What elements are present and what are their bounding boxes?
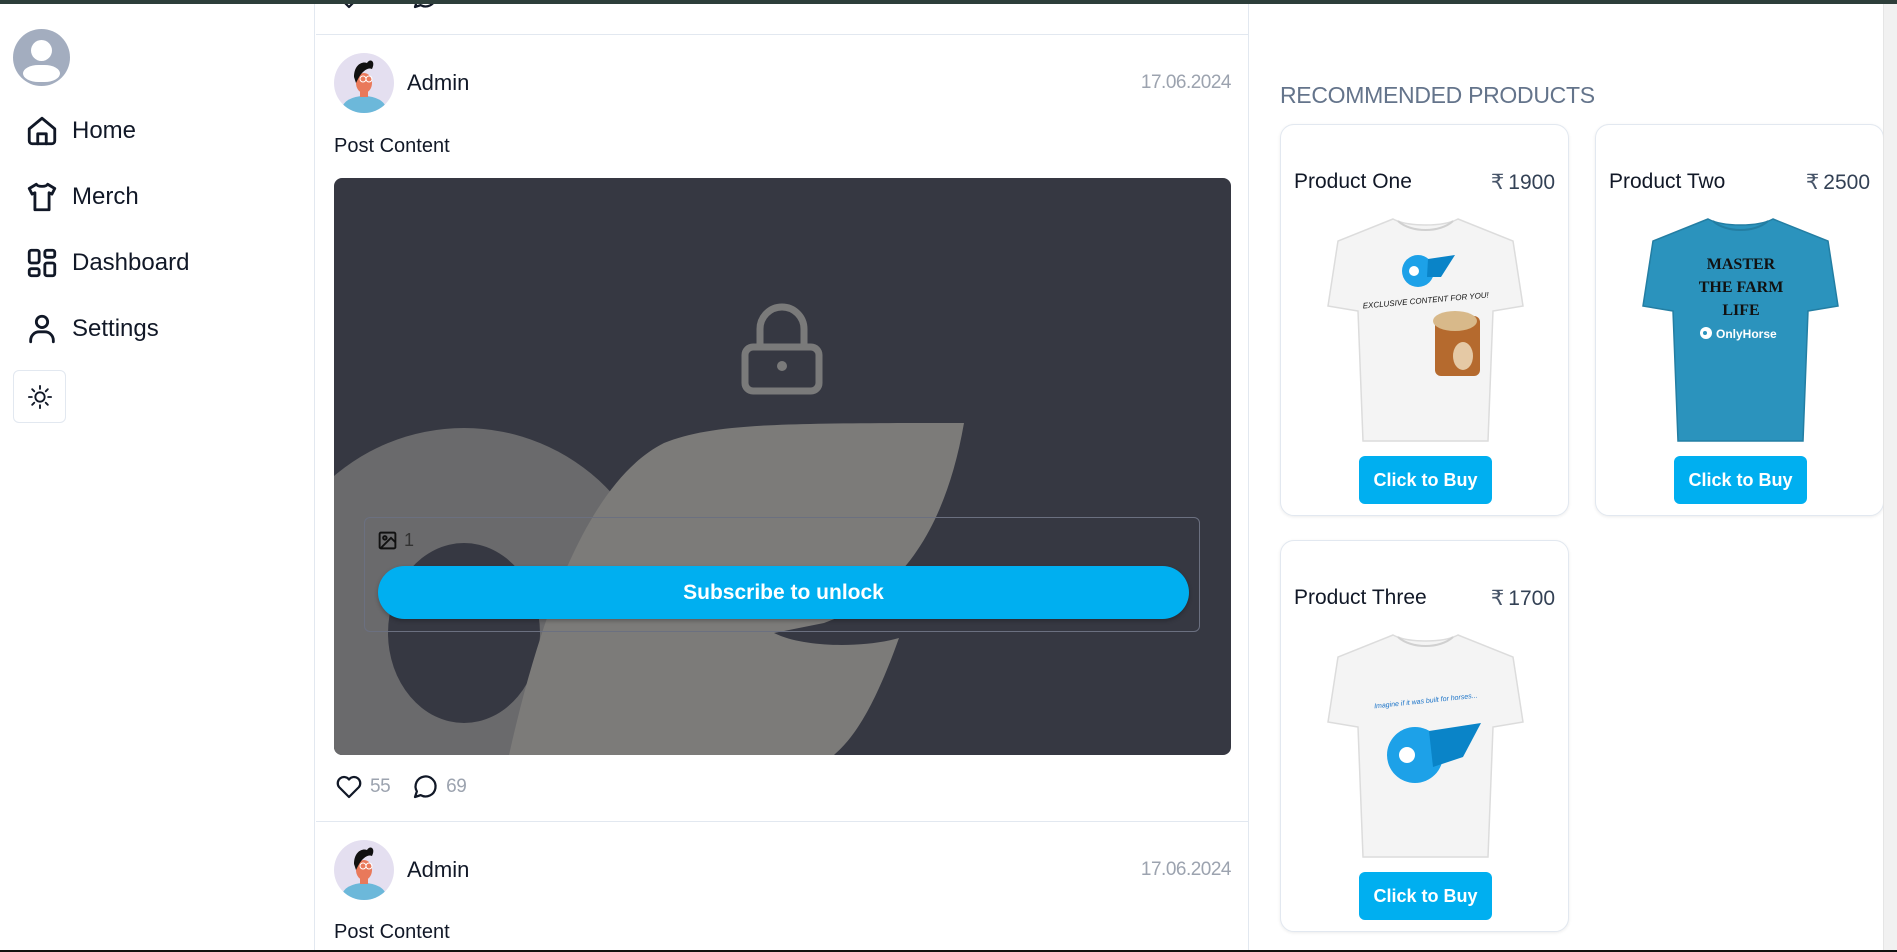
buy-button[interactable]: Click to Buy [1359, 872, 1492, 920]
sidebar-item-home[interactable]: Home [25, 111, 136, 151]
product-image[interactable]: MASTER THE FARM LIFE OnlyHorse [1638, 211, 1843, 446]
product-price: ₹ 1900 [1491, 170, 1555, 195]
section-title: RECOMMENDED PRODUCTS [1280, 82, 1595, 108]
shirt-print-line: MASTER [1707, 256, 1776, 273]
sidebar-item-label: Settings [72, 315, 159, 342]
shirt-brand-text: OnlyHorse [1716, 327, 1777, 341]
avatar-head-shape [31, 40, 52, 61]
post-content: Post Content [334, 135, 450, 157]
comment-icon [414, 775, 437, 799]
like-button[interactable]: 55 [334, 772, 391, 802]
sidebar-item-dashboard[interactable]: Dashboard [25, 243, 189, 283]
unlock-panel: 1 Subscribe to unlock [364, 517, 1200, 632]
author-name[interactable]: Admin [407, 70, 469, 96]
user-icon [29, 314, 55, 344]
author-avatar-illustration [342, 60, 386, 113]
product-card: Product One ₹ 1900 EXCLUSIVE CONTENT FOR… [1280, 124, 1569, 516]
sun-icon [27, 384, 52, 409]
shirt-print-line: THE FARM [1699, 279, 1784, 296]
shirt-print-line: LIFE [1722, 302, 1759, 319]
product-image[interactable]: EXCLUSIVE CONTENT FOR YOU! [1323, 211, 1528, 446]
user-avatar[interactable] [13, 29, 70, 86]
comment-count: 69 [446, 776, 467, 797]
product-card: Product Two ₹ 2500 MASTER THE FARM LIFE … [1595, 124, 1884, 516]
post-actions: 55 69 [334, 772, 486, 802]
like-count: 55 [370, 776, 391, 797]
avatar-body-shape [23, 65, 60, 82]
product-image[interactable]: Imagine if it was built for horses... [1323, 627, 1528, 862]
comment-button[interactable]: 69 [410, 772, 467, 802]
image-icon [378, 531, 397, 550]
buy-button[interactable]: Click to Buy [1359, 456, 1492, 504]
post-header: Admin 17.06.2024 [334, 840, 1232, 900]
author-avatar-illustration [342, 847, 386, 900]
sidebar-item-label: Dashboard [72, 249, 190, 276]
product-name: Product Two [1609, 170, 1726, 193]
price-value: 1700 [1508, 586, 1555, 610]
sidebar-item-label: Home [72, 117, 137, 144]
post-date: 17.06.2024 [1140, 859, 1232, 880]
post-content: Post Content [334, 921, 450, 943]
author-avatar[interactable] [334, 840, 394, 900]
post-divider [316, 34, 1248, 35]
lock-icon [741, 303, 823, 395]
rupee-icon: ₹ [1490, 171, 1505, 194]
product-price: ₹ 2500 [1806, 170, 1870, 195]
subscribe-button[interactable]: Subscribe to unlock [378, 566, 1189, 619]
locked-media: 1 Subscribe to unlock [334, 178, 1231, 755]
product-name: Product One [1294, 170, 1412, 193]
post-feed: 55 69 Admin 17.06.2024 Post Conten [316, 0, 1249, 952]
media-count: 1 [377, 530, 414, 551]
author-name[interactable]: Admin [407, 857, 469, 883]
product-card: Product Three ₹ 1700 Imagine if it was b… [1280, 540, 1569, 932]
price-value: 1900 [1508, 170, 1555, 194]
post-header: Admin 17.06.2024 [334, 53, 1232, 113]
page-scrollbar[interactable] [1883, 4, 1897, 950]
window-top-border [0, 0, 1897, 4]
rupee-icon: ₹ [1805, 171, 1820, 194]
media-count-value: 1 [404, 530, 415, 550]
recommended-products-panel: RECOMMENDED PRODUCTS Product One ₹ 1900 … [1250, 0, 1884, 952]
sidebar-item-label: Merch [72, 183, 139, 210]
sidebar-item-settings[interactable]: Settings [25, 309, 159, 349]
theme-toggle-button[interactable] [13, 370, 66, 423]
background-logo-shape [334, 423, 964, 755]
rupee-icon: ₹ [1490, 587, 1505, 610]
post-divider [316, 821, 1248, 822]
buy-button[interactable]: Click to Buy [1674, 456, 1807, 504]
price-value: 2500 [1823, 170, 1870, 194]
product-name: Product Three [1294, 586, 1427, 609]
sidebar: Home Merch Dashboard Settings [0, 0, 315, 952]
heart-icon [336, 775, 362, 799]
author-avatar[interactable] [334, 53, 394, 113]
dashboard-icon [27, 248, 57, 278]
sidebar-item-merch[interactable]: Merch [25, 177, 139, 217]
tshirt-icon [27, 182, 57, 212]
product-price: ₹ 1700 [1491, 586, 1555, 611]
post-date: 17.06.2024 [1140, 72, 1232, 93]
home-icon [27, 116, 57, 146]
